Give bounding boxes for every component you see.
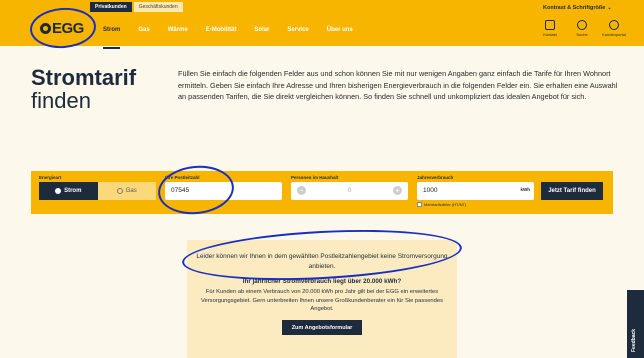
segment-business[interactable]: Geschäftskunden <box>133 2 183 12</box>
plus-icon[interactable]: + <box>393 186 402 195</box>
segment-private[interactable]: Privatkunden <box>90 2 132 12</box>
site-header: Privatkunden Geschäftskunden EGG Strom G… <box>0 0 644 49</box>
page-title: Stromtarif finden <box>31 65 137 113</box>
customer-segment-switch: Privatkunden Geschäftskunden <box>90 2 183 12</box>
contact-link[interactable]: Kontakt <box>540 20 560 37</box>
contrast-fontsize-toggle[interactable]: Kontrast & Schriftgröße ⌄ <box>543 5 612 11</box>
find-tariff-button[interactable]: Jetzt Tarif finden <box>541 182 603 200</box>
chevron-down-icon: ⌄ <box>607 5 612 11</box>
radio-selected-icon <box>55 188 62 194</box>
nav-solar[interactable]: Solar <box>254 27 269 49</box>
energy-type-toggle: Strom Gas <box>39 182 156 200</box>
persons-stepper[interactable]: − 0 + <box>291 182 408 200</box>
chat-icon <box>545 20 555 30</box>
search-icon <box>577 20 587 30</box>
usage-unit: kWh <box>520 187 531 192</box>
energy-label: Energieart <box>39 175 62 180</box>
energy-option-strom[interactable]: Strom <box>39 182 98 200</box>
tariff-form: Energieart Strom Gas Ihre Postleitzahl 0… <box>31 171 613 214</box>
radio-unselected-icon <box>116 188 123 194</box>
checkbox-icon <box>417 202 422 207</box>
nav-ueber-uns[interactable]: Über uns <box>327 27 353 49</box>
user-icon <box>609 20 619 30</box>
search-link[interactable]: Suche <box>572 20 592 37</box>
offer-form-button[interactable]: Zum Angebotsformular <box>282 320 362 335</box>
customer-portal-link[interactable]: Kundenportal <box>602 20 626 37</box>
large-customer-text: Für Kunden ab einem Verbrauch von 20.000… <box>200 289 443 312</box>
nav-waerme[interactable]: Wärme <box>168 27 188 49</box>
nav-service[interactable]: Service <box>287 27 308 49</box>
feedback-tab[interactable]: Feedback <box>627 290 644 358</box>
header-icons: Kontakt Suche Kundenportal <box>540 20 626 37</box>
intro-text: Füllen Sie einfach die folgenden Felder … <box>178 69 618 101</box>
nav-emobilitaet[interactable]: E-Mobilität <box>206 27 237 49</box>
nav-gas[interactable]: Gas <box>138 27 149 49</box>
usage-label: Jahresverbrauch <box>417 175 454 180</box>
usage-input[interactable]: 1000 kWh <box>417 182 534 200</box>
persons-label: Personen im Haushalt <box>291 175 339 180</box>
large-customer-heading: Ihr jährlicher Stromverbrauch liegt über… <box>242 278 402 285</box>
multi-tariff-checkbox[interactable]: Mehrtarifzähler (HT/NT) <box>417 202 466 207</box>
nav-strom[interactable]: Strom <box>103 27 121 49</box>
main-nav: Strom Gas Wärme E-Mobilität Solar Servic… <box>103 27 353 49</box>
energy-option-gas[interactable]: Gas <box>97 182 156 200</box>
